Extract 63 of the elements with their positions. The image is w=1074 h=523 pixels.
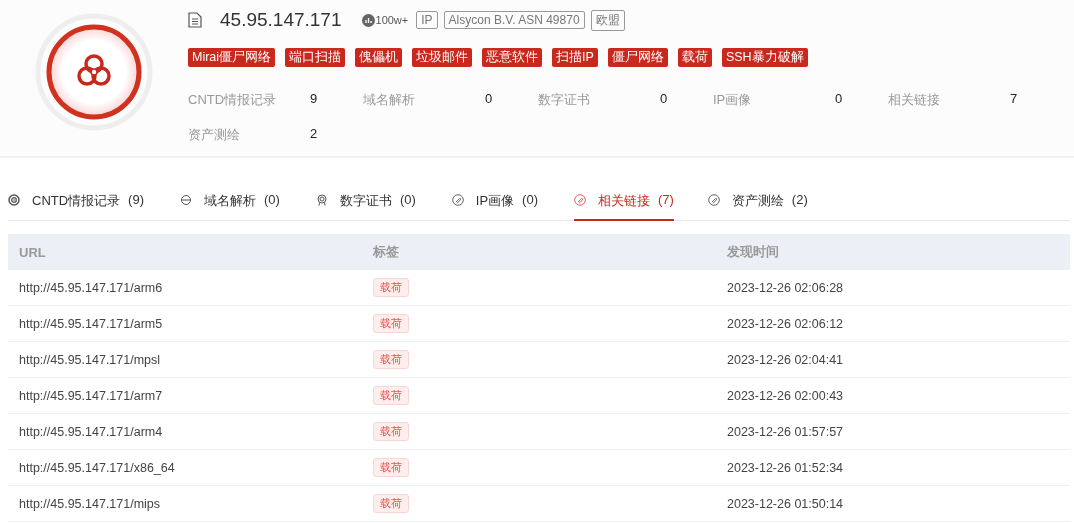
tab[interactable]: IP画像 (0) <box>451 186 538 221</box>
column-header: 发现时间 <box>726 243 780 261</box>
document-icon <box>188 12 202 28</box>
time-cell-text: 2023-12-26 02:00:43 <box>726 388 845 403</box>
tab[interactable]: 相关链接 (7) <box>573 186 674 221</box>
threat-tag: 扫描IP <box>552 48 598 67</box>
stat-value: 9 <box>310 91 318 108</box>
stat-value: 0 <box>660 91 668 108</box>
certificate-icon <box>315 194 328 206</box>
payload-tag: 载荷 <box>373 278 409 297</box>
url-cell-text: http://45.95.147.171/arm6 <box>18 280 164 295</box>
stat-value: 2 <box>310 126 318 143</box>
tab[interactable]: 数字证书 (0) <box>315 186 416 221</box>
stat-value: 0 <box>485 91 493 108</box>
stat-label: 数字证书 <box>538 91 591 109</box>
time-cell-text: 2023-12-26 01:50:14 <box>726 496 845 511</box>
payload-tag: 载荷 <box>373 422 409 441</box>
threat-tag: 僵尸网络 <box>607 48 668 67</box>
payload-tag: 载荷 <box>373 494 409 513</box>
threat-tag: 傀儡机 <box>355 48 403 67</box>
time-cell-text: 2023-12-26 02:06:12 <box>726 316 845 331</box>
info-badge: IP <box>416 11 438 29</box>
tab[interactable]: CNTD情报记录 (9) <box>8 186 144 221</box>
stat-value: 7 <box>1010 91 1018 108</box>
info-badge: 欧盟 <box>590 9 625 31</box>
chart-icon <box>361 13 375 27</box>
payload-tag: 载荷 <box>373 314 409 333</box>
threat-tag: 恶意软件 <box>482 48 543 67</box>
info-badge: Alsycon B.V. ASN 49870 <box>443 11 585 29</box>
url-cell-text: http://45.95.147.171/arm4 <box>18 424 164 439</box>
time-cell-text: 2023-12-26 02:04:41 <box>726 352 845 367</box>
url-cell-text: http://45.95.147.171/mips <box>18 496 162 511</box>
tab[interactable]: 资产测绘 (2) <box>707 186 808 221</box>
stat-label: IP画像 <box>713 91 753 109</box>
link-icon <box>451 194 464 206</box>
tab[interactable]: 域名解析 (0) <box>180 186 280 221</box>
threat-tag: Mirai僵尸网络 <box>188 48 276 67</box>
url-cell-text: http://45.95.147.171/x86_64 <box>18 460 176 475</box>
stat-value: 0 <box>835 91 843 108</box>
popularity-count: 100w+ <box>375 14 409 26</box>
stat-label: 资产测绘 <box>188 126 241 144</box>
stat-label: 域名解析 <box>363 91 416 109</box>
threat-tag: 载荷 <box>677 48 712 67</box>
stat-label: 相关链接 <box>888 91 941 109</box>
payload-tag: 载荷 <box>373 386 409 405</box>
column-header: URL <box>18 244 47 260</box>
link-icon <box>573 194 586 206</box>
stat-label: CNTD情报记录 <box>188 91 278 109</box>
link-icon <box>707 194 720 206</box>
url-cell-text: http://45.95.147.171/arm5 <box>18 316 164 331</box>
threat-tag: SSH暴力破解 <box>721 48 808 67</box>
ip-address: 45.95.147.171 <box>220 9 342 31</box>
radar-icon <box>8 194 20 206</box>
time-cell-text: 2023-12-26 01:57:57 <box>726 424 845 439</box>
threat-tag: 垃圾邮件 <box>412 48 473 67</box>
threat-tag: 端口扫描 <box>285 48 346 67</box>
column-header: 标签 <box>372 243 400 261</box>
payload-tag: 载荷 <box>373 458 409 477</box>
time-cell-text: 2023-12-26 01:52:34 <box>726 460 845 475</box>
url-cell-text: http://45.95.147.171/mpsl <box>18 352 162 367</box>
url-cell-text: http://45.95.147.171/arm7 <box>18 388 164 403</box>
payload-tag: 载荷 <box>373 350 409 369</box>
time-cell-text: 2023-12-26 02:06:28 <box>726 280 845 295</box>
